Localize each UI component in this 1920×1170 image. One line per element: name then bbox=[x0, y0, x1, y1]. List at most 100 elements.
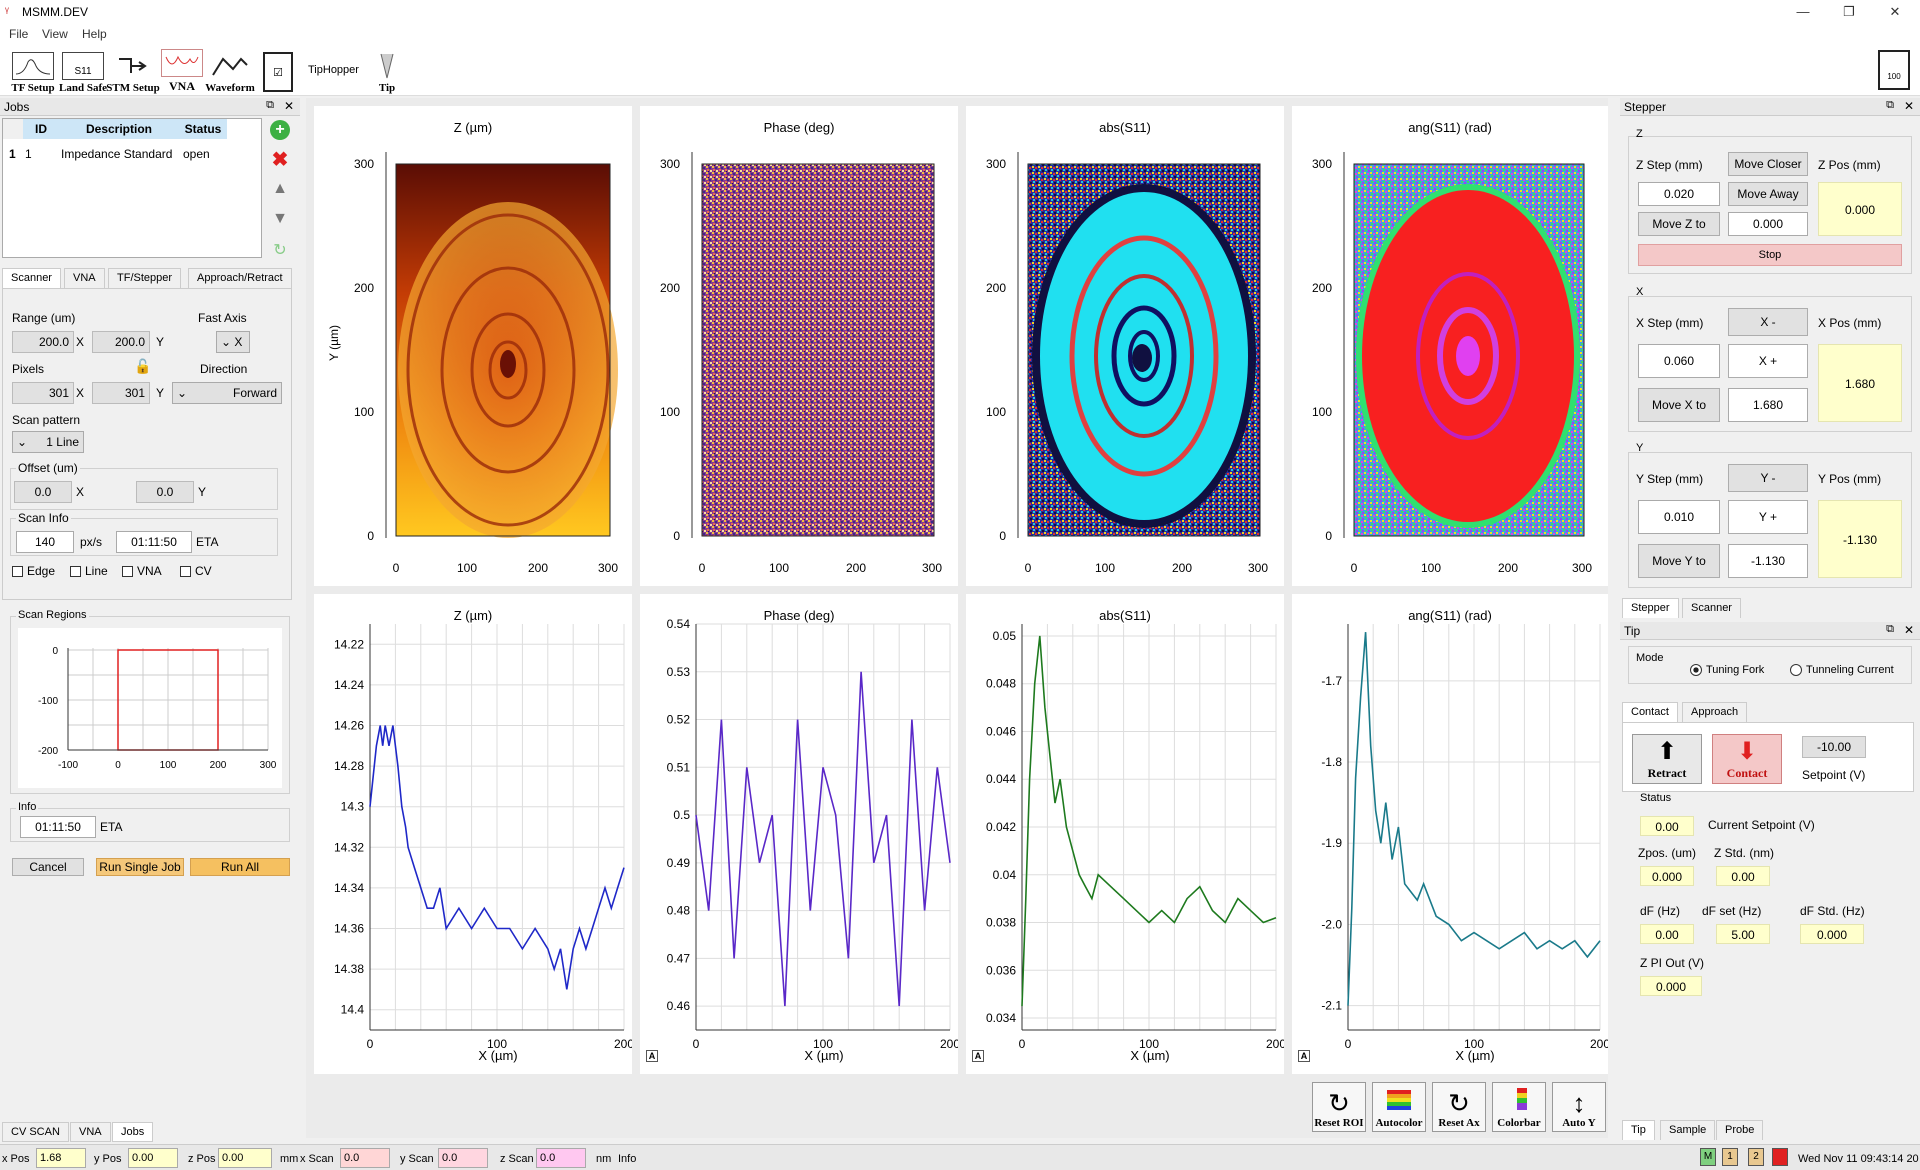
reset-ax-button[interactable]: ↻ Reset Ax bbox=[1432, 1082, 1486, 1132]
direction-select[interactable]: ⌄ Forward bbox=[172, 382, 282, 404]
tab-tip[interactable]: Tip bbox=[1622, 1120, 1655, 1140]
setpoint-input[interactable] bbox=[1802, 736, 1866, 758]
cv-checkbox[interactable]: CV bbox=[180, 564, 212, 578]
land-safe-button[interactable]: S11 Land Safe bbox=[59, 48, 107, 94]
pixels-x-input[interactable] bbox=[12, 382, 74, 404]
z-to-input[interactable] bbox=[1728, 212, 1808, 236]
z-line-plot[interactable]: Z (µm) X (µm) 14.22 14.24 14.26 14.28 14.3 14… bbox=[314, 594, 632, 1074]
fast-axis-select[interactable]: ⌄ X bbox=[216, 331, 250, 353]
tab-stepper[interactable]: Stepper bbox=[1622, 598, 1679, 618]
delete-job-icon[interactable]: ✖ bbox=[270, 150, 290, 170]
run-single-job-button[interactable]: Run Single Job bbox=[96, 858, 184, 876]
scan-regions-plot[interactable]: 0 -100 -200 -100 0 100 200 300 bbox=[18, 628, 282, 788]
refresh-icon[interactable]: ↻ bbox=[270, 240, 290, 260]
close-icon[interactable]: ✕ bbox=[284, 99, 294, 113]
move-up-icon[interactable]: ▲ bbox=[270, 180, 290, 200]
tunneling-current-radio[interactable]: Tunneling Current bbox=[1790, 664, 1894, 677]
ang-s11-line-plot[interactable]: ang(S11) (rad) X (µm) A -1.7 -1.8 -1.9 -2.0… bbox=[1292, 594, 1608, 1074]
tab-vna[interactable]: VNA bbox=[64, 268, 105, 288]
document-icon[interactable]: 100 bbox=[1878, 50, 1910, 90]
speed-input[interactable] bbox=[16, 531, 74, 553]
menu-view[interactable]: View bbox=[42, 27, 68, 41]
two-badge[interactable]: 2 bbox=[1748, 1148, 1764, 1166]
pixels-y-input[interactable] bbox=[92, 382, 150, 404]
retract-button[interactable]: ⬆ Retract bbox=[1632, 734, 1702, 784]
tab-approach-retract[interactable]: Approach/Retract bbox=[188, 268, 292, 288]
tab-cv-scan[interactable]: CV SCAN bbox=[2, 1122, 69, 1142]
tab-jobs[interactable]: Jobs bbox=[112, 1122, 154, 1142]
tuning-fork-radio[interactable]: Tuning Fork bbox=[1690, 664, 1764, 677]
close-icon[interactable]: ✕ bbox=[1904, 623, 1914, 637]
float-icon[interactable]: ⧉ bbox=[1886, 99, 1894, 112]
range-x-input[interactable] bbox=[12, 331, 74, 353]
auto-y-button[interactable]: ↕ Auto Y bbox=[1552, 1082, 1606, 1132]
abs-s11-image-plot[interactable]: abs(S11) 300 200 100 0 0 100 200 300 bbox=[966, 106, 1284, 586]
y-step-input[interactable] bbox=[1638, 500, 1720, 534]
ang-s11-image-plot[interactable]: ang(S11) (rad) 300 200 100 0 0 100 200 3… bbox=[1292, 106, 1608, 586]
tab-scanner-right[interactable]: Scanner bbox=[1682, 598, 1741, 618]
float-icon[interactable]: ⧉ bbox=[266, 99, 274, 112]
waveform-button[interactable]: Waveform bbox=[205, 48, 255, 94]
tab-approach[interactable]: Approach bbox=[1682, 702, 1748, 722]
close-icon[interactable]: ✕ bbox=[1904, 99, 1914, 113]
stm-setup-button[interactable]: STM Setup bbox=[106, 48, 160, 94]
menu-file[interactable]: File bbox=[9, 27, 28, 41]
x-plus-button[interactable]: X + bbox=[1728, 344, 1808, 378]
y-minus-button[interactable]: Y - bbox=[1728, 464, 1808, 492]
tiphopper-label[interactable]: TipHopper bbox=[308, 64, 359, 76]
move-down-icon[interactable]: ▼ bbox=[270, 210, 290, 230]
abs-s11-line-plot[interactable]: abs(S11) X (µm) A 0.05 0.048 0.046 0.044 0.0… bbox=[966, 594, 1284, 1074]
vna-button[interactable]: VNA bbox=[161, 48, 203, 94]
reset-roi-button[interactable]: ↻ Reset ROI bbox=[1312, 1082, 1366, 1132]
z-image-plot[interactable]: Z (µm) Y (µm) 300 200 100 0 0 100 200 30… bbox=[314, 106, 632, 586]
restore-button[interactable]: ❐ bbox=[1826, 2, 1872, 22]
move-away-button[interactable]: Move Away bbox=[1728, 182, 1808, 206]
add-job-icon[interactable]: + bbox=[270, 120, 290, 140]
tab-vna-bottom[interactable]: VNA bbox=[70, 1122, 111, 1142]
move-x-to-button[interactable]: Move X to bbox=[1638, 388, 1720, 422]
table-row[interactable]: 1 1 Impedance Standard open bbox=[3, 141, 227, 167]
tab-probe[interactable]: Probe bbox=[1716, 1120, 1764, 1140]
tab-contact[interactable]: Contact bbox=[1622, 702, 1678, 722]
y-to-input[interactable] bbox=[1728, 544, 1808, 578]
offset-y-input[interactable] bbox=[136, 481, 194, 503]
vna-checkbox[interactable]: VNA bbox=[122, 564, 162, 578]
tab-tf-stepper[interactable]: TF/Stepper bbox=[108, 268, 182, 288]
y-plus-button[interactable]: Y + bbox=[1728, 500, 1808, 534]
minimize-button[interactable]: — bbox=[1780, 2, 1826, 22]
m-badge[interactable]: M bbox=[1700, 1148, 1716, 1166]
line-checkbox[interactable]: Line bbox=[70, 564, 108, 578]
offset-x-input[interactable] bbox=[14, 481, 72, 503]
phase-line-plot[interactable]: Phase (deg) X (µm) A 0.54 0.53 0.52 0.51 0.5… bbox=[640, 594, 958, 1074]
colorbar-button[interactable]: Colorbar bbox=[1492, 1082, 1546, 1132]
tab-scanner[interactable]: Scanner bbox=[2, 268, 61, 288]
run-all-button[interactable]: Run All bbox=[190, 858, 290, 876]
contact-button[interactable]: ⬇ Contact bbox=[1712, 734, 1782, 784]
scan-pattern-select[interactable]: ⌄ 1 Line bbox=[12, 431, 84, 453]
z-step-input[interactable] bbox=[1638, 182, 1720, 206]
tip-button[interactable]: Tip bbox=[372, 48, 402, 94]
edge-checkbox[interactable]: Edge bbox=[12, 564, 55, 578]
col-id[interactable]: ID bbox=[23, 119, 59, 139]
menu-help[interactable]: Help bbox=[82, 27, 107, 41]
phase-image-plot[interactable]: Phase (deg) 300 200 100 0 0 100 200 300 bbox=[640, 106, 958, 586]
tab-sample[interactable]: Sample bbox=[1660, 1120, 1716, 1140]
cancel-button[interactable]: Cancel bbox=[12, 858, 84, 876]
stop-button[interactable]: Stop bbox=[1638, 244, 1902, 266]
x-minus-button[interactable]: X - bbox=[1728, 308, 1808, 336]
autocolor-button[interactable]: Autocolor bbox=[1372, 1082, 1426, 1132]
move-z-to-button[interactable]: Move Z to bbox=[1638, 212, 1720, 236]
move-y-to-button[interactable]: Move Y to bbox=[1638, 544, 1720, 578]
checklist-button[interactable]: ☑ bbox=[262, 48, 294, 94]
close-window-button[interactable]: ✕ bbox=[1872, 2, 1918, 22]
col-status[interactable]: Status bbox=[179, 119, 227, 139]
x-step-input[interactable] bbox=[1638, 344, 1720, 378]
lock-icon[interactable]: 🔓 bbox=[134, 358, 151, 375]
one-badge[interactable]: 1 bbox=[1722, 1148, 1738, 1166]
range-y-input[interactable] bbox=[92, 331, 150, 353]
move-closer-button[interactable]: Move Closer bbox=[1728, 152, 1808, 176]
x-to-input[interactable] bbox=[1728, 388, 1808, 422]
col-description[interactable]: Description bbox=[59, 119, 179, 139]
tf-setup-button[interactable]: TF Setup bbox=[11, 48, 55, 94]
float-icon[interactable]: ⧉ bbox=[1886, 623, 1894, 636]
